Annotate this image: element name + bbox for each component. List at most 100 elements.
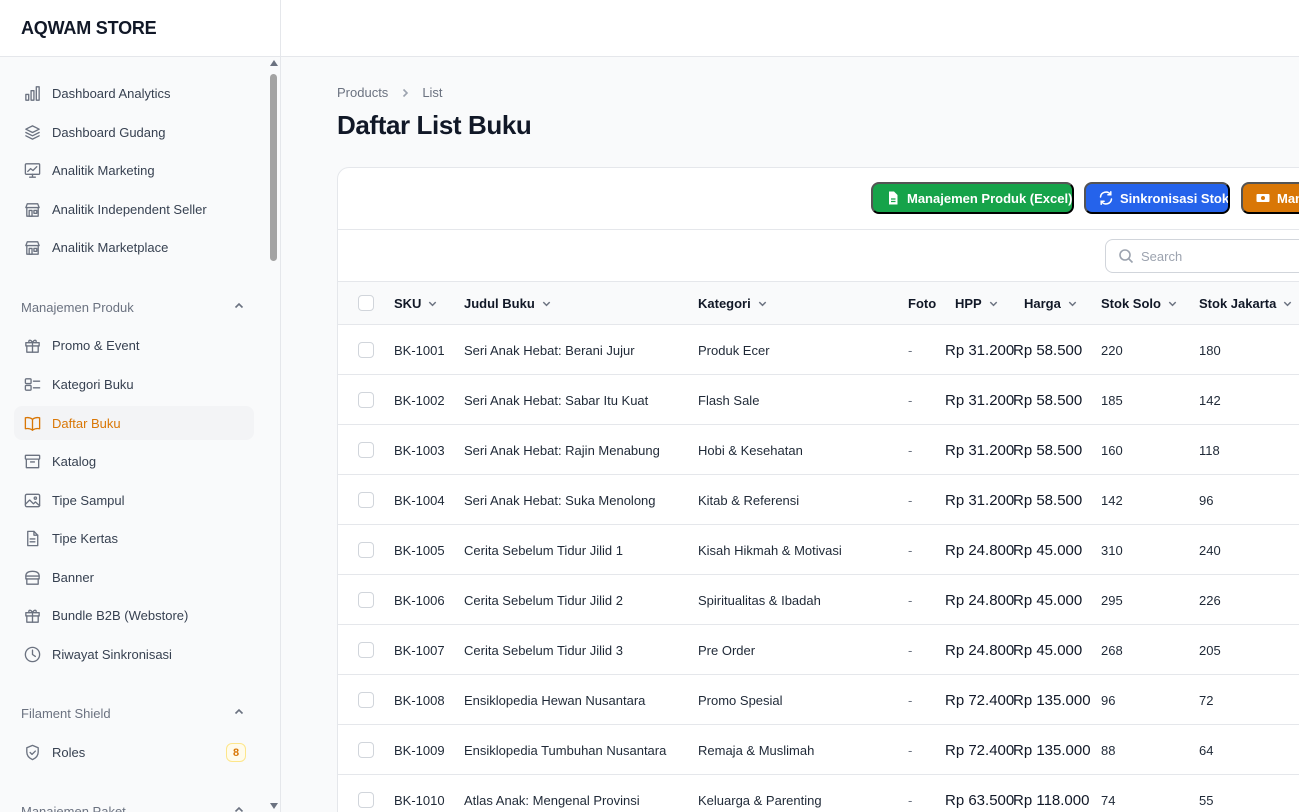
cell-stok-jakarta: 240: [1199, 542, 1221, 558]
sidebar-item-tipe-sampul[interactable]: Tipe Sampul: [14, 483, 254, 517]
column-header-stok-solo[interactable]: Stok Solo: [1101, 282, 1178, 325]
row-checkbox[interactable]: [358, 442, 374, 458]
sidebar-item-label: Daftar Buku: [52, 415, 121, 431]
column-header-harga[interactable]: Harga: [1024, 282, 1078, 325]
cell-judul[interactable]: Cerita Sebelum Tidur Jilid 2: [464, 575, 623, 625]
sidebar-item-daftar-buku[interactable]: Daftar Buku: [14, 406, 254, 440]
banner-icon: [22, 567, 42, 587]
group-filament-shield[interactable]: Filament Shield: [21, 703, 245, 723]
row-checkbox[interactable]: [358, 642, 374, 658]
cell-judul[interactable]: Seri Anak Hebat: Suka Menolong: [464, 475, 656, 525]
sidebar-item-analitik-marketplace[interactable]: Analitik Marketplace: [14, 230, 254, 264]
table-row[interactable]: BK-1004 Seri Anak Hebat: Suka Menolong Kit…: [338, 475, 1299, 525]
cell-hpp: Rp 24.800: [945, 641, 1015, 659]
sidebar-item-kategori-buku[interactable]: Kategori Buku: [14, 367, 254, 401]
table-row[interactable]: BK-1007 Cerita Sebelum Tidur Jilid 3 Pre O…: [338, 625, 1299, 675]
row-checkbox[interactable]: [358, 492, 374, 508]
cell-foto: -: [908, 342, 913, 358]
sidebar-item-bundle-b2b[interactable]: Bundle B2B (Webstore): [14, 598, 254, 632]
scroll-thumb[interactable]: [270, 74, 277, 261]
group-manajemen-produk[interactable]: Manajemen Produk: [21, 297, 245, 317]
cell-hpp: Rp 31.200: [945, 391, 1015, 409]
cell-sku[interactable]: BK-1007: [394, 625, 445, 675]
table-row[interactable]: BK-1002 Seri Anak Hebat: Sabar Itu Kuat Fl…: [338, 375, 1299, 425]
row-checkbox[interactable]: [358, 342, 374, 358]
cell-judul[interactable]: Seri Anak Hebat: Berani Jujur: [464, 325, 635, 375]
cell-stok-solo: 142: [1101, 492, 1123, 508]
chevron-up-icon[interactable]: [233, 804, 245, 812]
cell-judul[interactable]: Cerita Sebelum Tidur Jilid 1: [464, 525, 623, 575]
breadcrumb-products[interactable]: Products: [337, 85, 388, 100]
sidebar-scrollbar[interactable]: [267, 57, 281, 812]
sidebar-item-label: Bundle B2B (Webstore): [52, 607, 189, 623]
cell-sku[interactable]: BK-1004: [394, 475, 445, 525]
table-row[interactable]: BK-1005 Cerita Sebelum Tidur Jilid 1 Kisah…: [338, 525, 1299, 575]
cell-judul[interactable]: Cerita Sebelum Tidur Jilid 3: [464, 625, 623, 675]
cell-stok-jakarta: 64: [1199, 742, 1214, 758]
row-checkbox[interactable]: [358, 592, 374, 608]
chevron-up-icon[interactable]: [233, 706, 245, 721]
cell-kategori: Keluarga & Parenting: [698, 792, 822, 808]
cell-sku[interactable]: BK-1006: [394, 575, 445, 625]
cell-sku[interactable]: BK-1008: [394, 675, 445, 725]
sidebar-item-promo-event[interactable]: Promo & Event: [14, 328, 254, 362]
row-checkbox[interactable]: [358, 742, 374, 758]
table-body: BK-1001 Seri Anak Hebat: Berani Jujur Prod…: [338, 325, 1299, 812]
excel-management-button[interactable]: Manajemen Produk (Excel): [871, 182, 1074, 214]
table-row[interactable]: BK-1006 Cerita Sebelum Tidur Jilid 2 Spiri…: [338, 575, 1299, 625]
table-row[interactable]: BK-1009 Ensiklopedia Tumbuhan Nusantara Re…: [338, 725, 1299, 775]
cell-harga: Rp 45.000: [1013, 641, 1083, 659]
sync-stock-button[interactable]: Sinkronisasi Stok: [1084, 182, 1230, 214]
cell-sku[interactable]: BK-1003: [394, 425, 445, 475]
cell-sku[interactable]: BK-1002: [394, 375, 445, 425]
search-input[interactable]: [1141, 248, 1291, 264]
cell-judul[interactable]: Ensiklopedia Hewan Nusantara: [464, 675, 645, 725]
sidebar-item-analitik-independent-seller[interactable]: Analitik Independent Seller: [14, 192, 254, 226]
column-header-stok-jakarta[interactable]: Stok Jakarta: [1199, 282, 1293, 325]
sidebar-item-tipe-kertas[interactable]: Tipe Kertas: [14, 521, 254, 555]
column-header-hpp[interactable]: HPP: [955, 282, 999, 325]
cell-judul[interactable]: Seri Anak Hebat: Sabar Itu Kuat: [464, 375, 648, 425]
cell-kategori: Flash Sale: [698, 392, 760, 408]
group-label: Manajemen Produk: [21, 299, 134, 315]
column-header-kategori[interactable]: Kategori: [698, 282, 768, 325]
scroll-down-arrow-icon[interactable]: [270, 803, 278, 809]
cell-hpp: Rp 63.500: [945, 791, 1015, 809]
cell-judul[interactable]: Ensiklopedia Tumbuhan Nusantara: [464, 725, 666, 775]
third-action-button[interactable]: Man: [1241, 182, 1299, 214]
scroll-up-arrow-icon[interactable]: [270, 60, 278, 66]
cell-sku[interactable]: BK-1009: [394, 725, 445, 775]
cell-judul[interactable]: Atlas Anak: Mengenal Provinsi: [464, 775, 640, 812]
sidebar-item-roles[interactable]: Roles 8: [14, 735, 254, 769]
table-row[interactable]: BK-1008 Ensiklopedia Hewan Nusantara Promo…: [338, 675, 1299, 725]
sidebar-item-dashboard-analytics[interactable]: Dashboard Analytics: [14, 76, 254, 110]
sidebar-item-riwayat-sinkronisasi[interactable]: Riwayat Sinkronisasi: [14, 637, 254, 671]
row-checkbox[interactable]: [358, 692, 374, 708]
header-label: Kategori: [698, 296, 751, 311]
table-row[interactable]: BK-1010 Atlas Anak: Mengenal Provinsi Kelu…: [338, 775, 1299, 812]
column-header-judul[interactable]: Judul Buku: [464, 282, 552, 325]
brand-logo[interactable]: AQWAM STORE: [0, 0, 280, 57]
select-all-checkbox[interactable]: [358, 295, 374, 311]
table-row[interactable]: BK-1003 Seri Anak Hebat: Rajin Menabung Ho…: [338, 425, 1299, 475]
sidebar-item-katalog[interactable]: Katalog: [14, 444, 254, 478]
row-checkbox[interactable]: [358, 392, 374, 408]
cell-harga: Rp 135.000: [1013, 691, 1091, 709]
search-box[interactable]: [1105, 239, 1299, 273]
sidebar-item-dashboard-gudang[interactable]: Dashboard Gudang: [14, 115, 254, 149]
cell-hpp: Rp 24.800: [945, 591, 1015, 609]
chevron-up-icon[interactable]: [233, 300, 245, 315]
group-manajemen-paket[interactable]: Manajemen Paket: [21, 801, 245, 812]
sidebar-item-analitik-marketing[interactable]: Analitik Marketing: [14, 153, 254, 187]
table-row[interactable]: BK-1001 Seri Anak Hebat: Berani Jujur Prod…: [338, 325, 1299, 375]
cell-foto: -: [908, 592, 913, 608]
cell-sku[interactable]: BK-1005: [394, 525, 445, 575]
cell-judul[interactable]: Seri Anak Hebat: Rajin Menabung: [464, 425, 660, 475]
cell-sku[interactable]: BK-1001: [394, 325, 445, 375]
column-header-sku[interactable]: SKU: [394, 282, 438, 325]
sidebar-item-label: Analitik Independent Seller: [52, 201, 207, 217]
cell-sku[interactable]: BK-1010: [394, 775, 445, 812]
sidebar-item-banner[interactable]: Banner: [14, 560, 254, 594]
row-checkbox[interactable]: [358, 792, 374, 808]
row-checkbox[interactable]: [358, 542, 374, 558]
